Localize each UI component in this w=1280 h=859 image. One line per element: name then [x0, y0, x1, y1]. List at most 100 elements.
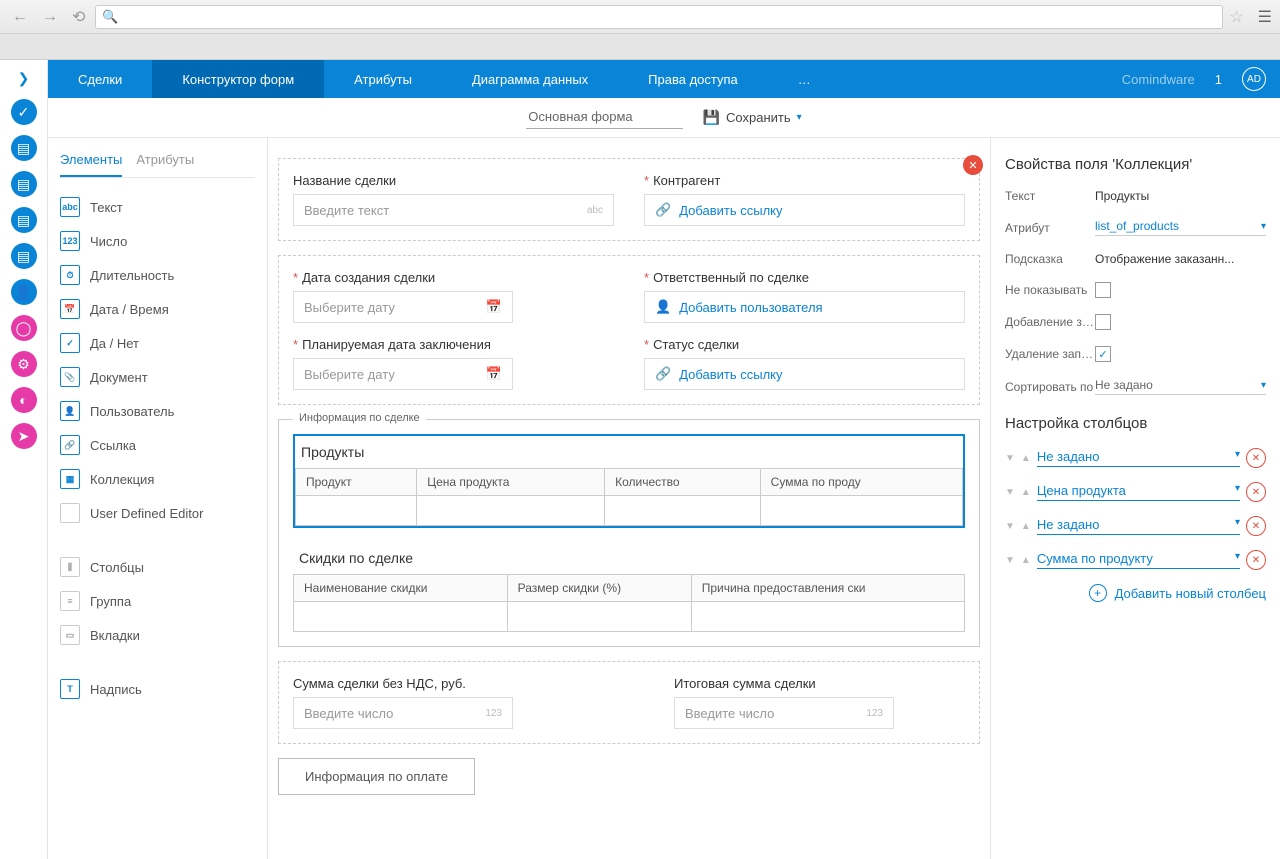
rail-doc4-icon[interactable]: ▤ — [11, 243, 37, 269]
prop-delete-checkbox[interactable]: ✓ — [1095, 346, 1111, 362]
input-status[interactable]: 🔗Добавить ссылку — [644, 358, 965, 390]
input-total-sum[interactable]: Введите число123 — [674, 697, 894, 729]
move-up-icon[interactable]: ▲ — [1021, 555, 1031, 566]
move-down-icon[interactable]: ▼ — [1005, 453, 1015, 464]
notification-count[interactable]: 1 — [1215, 72, 1222, 87]
chevron-down-icon: ▾ — [1261, 221, 1266, 232]
palette-link[interactable]: 🔗Ссылка — [60, 428, 255, 462]
move-down-icon[interactable]: ▼ — [1005, 521, 1015, 532]
col-select-4[interactable]: Сумма по продукту▾ — [1037, 551, 1240, 569]
palette-columns[interactable]: ⫼Столбцы — [60, 550, 255, 584]
move-up-icon[interactable]: ▲ — [1021, 521, 1031, 532]
tab-attributes[interactable]: Атрибуты — [324, 60, 442, 98]
col-discount-name[interactable]: Наименование скидки — [294, 575, 508, 602]
palette-ude[interactable]: User Defined Editor — [60, 496, 255, 530]
input-create-date[interactable]: Выберите дату📅 — [293, 291, 513, 323]
form-canvas[interactable]: ✕ Название сделки Введите текстabc *Конт… — [268, 138, 990, 859]
rail-circle-icon[interactable]: ◯ — [11, 315, 37, 341]
col-select-3[interactable]: Не задано▾ — [1037, 517, 1240, 535]
collection-products[interactable]: Продукты Продукт Цена продукта Количеств… — [293, 434, 965, 528]
tab-deals[interactable]: Сделки — [48, 60, 152, 98]
rail-doc-icon[interactable]: ▤ — [11, 135, 37, 161]
prop-hide-checkbox[interactable] — [1095, 282, 1111, 298]
col-select-1[interactable]: Не задано▾ — [1037, 449, 1240, 467]
left-rail: ❯ ✓ ▤ ▤ ▤ ▤ 👤 ◯ ⚙ ◐ ➤ — [0, 60, 48, 859]
calendar-icon: 📅 — [486, 299, 502, 315]
input-deal-name[interactable]: Введите текстabc — [293, 194, 614, 226]
rail-gauge-icon[interactable]: ◐ — [11, 387, 37, 413]
col-select-2[interactable]: Цена продукта▾ — [1037, 483, 1240, 501]
col-sum[interactable]: Сумма по проду — [760, 469, 962, 496]
user-icon: 👤 — [655, 299, 671, 315]
delete-col-icon[interactable]: ✕ — [1246, 482, 1266, 502]
form-name-input[interactable]: Основная форма — [526, 107, 682, 129]
delete-col-icon[interactable]: ✕ — [1246, 550, 1266, 570]
palette-user[interactable]: 👤Пользователь — [60, 394, 255, 428]
input-responsible[interactable]: 👤Добавить пользователя — [644, 291, 965, 323]
input-planned-date[interactable]: Выберите дату📅 — [293, 358, 513, 390]
palette-number[interactable]: 123Число — [60, 224, 255, 258]
label-create-date: *Дата создания сделки — [293, 270, 614, 285]
block-sums[interactable]: Сумма сделки без НДС, руб. Введите число… — [278, 661, 980, 744]
tab-more[interactable]: … — [768, 60, 841, 98]
bookmark-icon[interactable]: ☆ — [1229, 7, 1243, 27]
tab-form-builder[interactable]: Конструктор форм — [152, 60, 324, 98]
avatar[interactable]: AD — [1242, 67, 1266, 91]
rail-arrow-icon[interactable]: ➤ — [11, 423, 37, 449]
url-bar[interactable]: 🔍 — [95, 5, 1223, 29]
palette-collection[interactable]: ▦Коллекция — [60, 462, 255, 496]
rail-gear-icon[interactable]: ⚙ — [11, 351, 37, 377]
prop-add-checkbox[interactable] — [1095, 314, 1111, 330]
col-discount-size[interactable]: Размер скидки (%) — [507, 575, 691, 602]
rail-doc2-icon[interactable]: ▤ — [11, 171, 37, 197]
prop-hint-value[interactable]: Отображение заказанн... — [1095, 252, 1266, 266]
rail-expand[interactable]: ❯ — [0, 70, 47, 87]
prop-text-value[interactable]: Продукты — [1095, 189, 1266, 203]
col-price[interactable]: Цена продукта — [417, 469, 605, 496]
tab-data-diagram[interactable]: Диаграмма данных — [442, 60, 618, 98]
palette-tabs[interactable]: ▭Вкладки — [60, 618, 255, 652]
palette-tab-elements[interactable]: Элементы — [60, 152, 122, 177]
grid-icon: ▦ — [60, 469, 80, 489]
move-down-icon[interactable]: ▼ — [1005, 555, 1015, 566]
col-qty[interactable]: Количество — [605, 469, 761, 496]
delete-col-icon[interactable]: ✕ — [1246, 448, 1266, 468]
palette-label[interactable]: TНадпись — [60, 672, 255, 706]
tabs-icon: ▭ — [60, 625, 80, 645]
delete-col-icon[interactable]: ✕ — [1246, 516, 1266, 536]
hamburger-icon[interactable]: ☰ — [1258, 7, 1272, 27]
palette-document[interactable]: 📎Документ — [60, 360, 255, 394]
palette-datetime[interactable]: 📅Дата / Время — [60, 292, 255, 326]
label-deal-name: Название сделки — [293, 173, 614, 188]
save-button[interactable]: 💾 Сохранить ▾ — [703, 109, 802, 126]
move-up-icon[interactable]: ▲ — [1021, 453, 1031, 464]
input-sum-no-vat[interactable]: Введите число123 — [293, 697, 513, 729]
palette-yesno[interactable]: ✓Да / Нет — [60, 326, 255, 360]
tab-access[interactable]: Права доступа — [618, 60, 768, 98]
forward-button[interactable]: → — [38, 6, 62, 28]
reload-button[interactable]: ⟲ — [68, 5, 89, 29]
rail-check-icon[interactable]: ✓ — [11, 99, 37, 125]
blank-icon — [60, 503, 80, 523]
tab-payment-info[interactable]: Информация по оплате — [278, 758, 475, 795]
back-button[interactable]: ← — [8, 6, 32, 28]
palette-text[interactable]: abcТекст — [60, 190, 255, 224]
input-counterparty[interactable]: 🔗Добавить ссылку — [644, 194, 965, 226]
palette-group[interactable]: ≡Группа — [60, 584, 255, 618]
palette-tab-attributes[interactable]: Атрибуты — [136, 152, 194, 177]
rail-user-icon[interactable]: 👤 — [11, 279, 37, 305]
fieldset-deal-info[interactable]: Информация по сделке Продукты Продукт Це… — [278, 419, 980, 647]
close-icon[interactable]: ✕ — [963, 155, 983, 175]
block-2[interactable]: *Дата создания сделки Выберите дату📅 *От… — [278, 255, 980, 405]
block-1[interactable]: ✕ Название сделки Введите текстabc *Конт… — [278, 158, 980, 241]
rail-doc3-icon[interactable]: ▤ — [11, 207, 37, 233]
prop-sort-select[interactable]: Не задано▾ — [1095, 378, 1266, 395]
col-product[interactable]: Продукт — [296, 469, 417, 496]
col-discount-reason[interactable]: Причина предоставления ски — [691, 575, 964, 602]
add-column-button[interactable]: +Добавить новый столбец — [1005, 584, 1266, 602]
palette-duration[interactable]: ⏱Длительность — [60, 258, 255, 292]
move-up-icon[interactable]: ▲ — [1021, 487, 1031, 498]
move-down-icon[interactable]: ▼ — [1005, 487, 1015, 498]
prop-attr-select[interactable]: list_of_products▾ — [1095, 219, 1266, 236]
columns-icon: ⫼ — [60, 557, 80, 577]
